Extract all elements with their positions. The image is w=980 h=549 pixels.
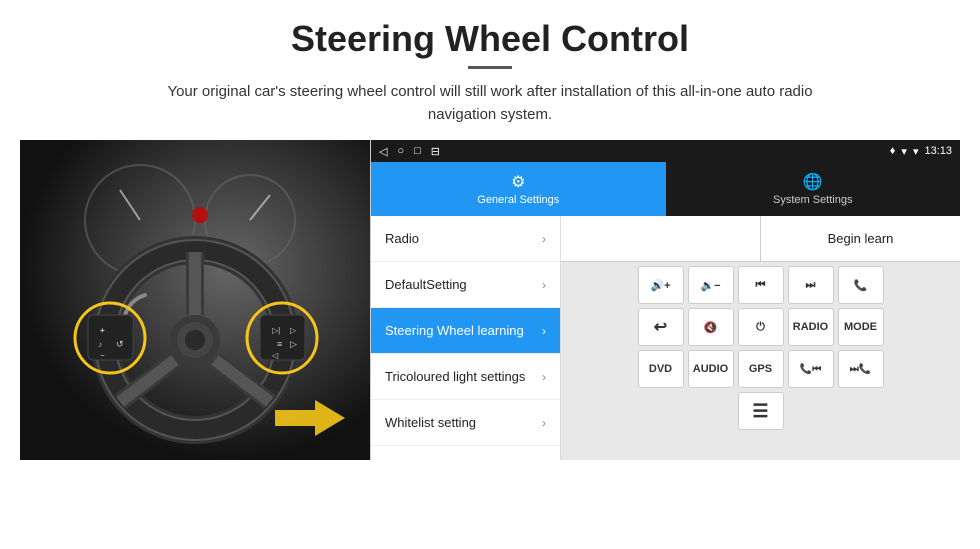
- chevron-right-icon: ›: [542, 324, 546, 338]
- next-track-button[interactable]: ⏭: [788, 266, 834, 304]
- audio-button[interactable]: AUDIO: [688, 350, 734, 388]
- ctrl-row-4: ☰: [565, 392, 956, 430]
- nav-back-icon[interactable]: ◁: [379, 145, 387, 158]
- menu-item-tricoloured[interactable]: Tricoloured light settings ›: [371, 354, 560, 400]
- page-subtitle: Your original car's steering wheel contr…: [140, 81, 840, 126]
- gps-button[interactable]: GPS: [738, 350, 784, 388]
- call-next-icon: ⏭📞: [850, 364, 871, 375]
- vol-down-icon: 🔉−: [700, 279, 720, 292]
- vol-up-button[interactable]: 🔊+: [638, 266, 684, 304]
- phone-icon: 📞: [854, 279, 868, 292]
- menu-icon-button[interactable]: ☰: [738, 392, 784, 430]
- svg-text:▷: ▷: [290, 326, 297, 335]
- menu-item-whitelist[interactable]: Whitelist setting ›: [371, 400, 560, 446]
- hang-up-icon: ↩: [654, 317, 667, 337]
- menu-item-radio[interactable]: Radio ›: [371, 216, 560, 262]
- nav-cast-icon[interactable]: ⊟: [431, 145, 440, 158]
- tab-bar: ⚙ General Settings 🌐 System Settings: [371, 162, 960, 216]
- svg-text:+: +: [100, 326, 105, 335]
- tab-system-label: System Settings: [773, 194, 852, 206]
- call-next-button[interactable]: ⏭📞: [838, 350, 884, 388]
- page-title: Steering Wheel Control: [291, 18, 689, 60]
- svg-text:−: −: [100, 351, 105, 360]
- nav-recent-icon[interactable]: □: [414, 145, 421, 157]
- menu-item-steering-wheel[interactable]: Steering Wheel learning ›: [371, 308, 560, 354]
- begin-learn-button[interactable]: Begin learn: [761, 216, 960, 261]
- radio-label: RADIO: [793, 321, 828, 333]
- nav-home-icon[interactable]: ○: [397, 145, 404, 157]
- chevron-right-icon: ›: [542, 416, 546, 430]
- next-track-icon: ⏭: [806, 279, 816, 292]
- tab-general[interactable]: ⚙ General Settings: [371, 162, 666, 216]
- android-panel: ◁ ○ □ ⊟ ♦ ▾ ▾ 13:13 ⚙ General Settings: [370, 140, 960, 460]
- dvd-button[interactable]: DVD: [638, 350, 684, 388]
- radio-button[interactable]: RADIO: [788, 308, 834, 346]
- menu-item-default-setting[interactable]: DefaultSetting ›: [371, 262, 560, 308]
- ctrl-row-1: 🔊+ 🔉− ⏮ ⏭ 📞: [565, 266, 956, 304]
- empty-slot: [561, 216, 761, 261]
- status-bar: ◁ ○ □ ⊟ ♦ ▾ ▾ 13:13: [371, 140, 960, 162]
- mute-icon: 🔇: [704, 321, 718, 334]
- svg-text:♪: ♪: [98, 340, 102, 349]
- prev-track-button[interactable]: ⏮: [738, 266, 784, 304]
- title-divider: [468, 66, 512, 69]
- hang-up-button[interactable]: ↩: [638, 308, 684, 346]
- prev-track-icon: ⏮: [756, 279, 766, 292]
- status-indicators: ♦ ▾ ▾ 13:13: [890, 145, 952, 158]
- gps-label: GPS: [749, 363, 772, 375]
- call-prev-icon: 📞⏮: [800, 364, 821, 375]
- car-image: + ♪ − ↺ ▷| ≡ ◁ ▷ ▷: [20, 140, 370, 460]
- menu-list: Radio › DefaultSetting › Steering Wheel …: [371, 216, 561, 460]
- wifi-icon: ▾: [901, 145, 907, 158]
- power-button[interactable]: ⏻: [738, 308, 784, 346]
- ctrl-row-2: ↩ 🔇 ⏻ RADIO MOD: [565, 308, 956, 346]
- signal-icon: ▾: [913, 145, 919, 158]
- mode-button[interactable]: MODE: [838, 308, 884, 346]
- vol-down-button[interactable]: 🔉−: [688, 266, 734, 304]
- svg-text:◁: ◁: [272, 351, 279, 360]
- general-settings-icon: ⚙: [511, 172, 525, 192]
- begin-learn-row: Begin learn: [561, 216, 960, 262]
- chevron-right-icon: ›: [542, 278, 546, 292]
- main-area: Radio › DefaultSetting › Steering Wheel …: [371, 216, 960, 460]
- nav-buttons: ◁ ○ □ ⊟: [379, 145, 440, 158]
- vol-up-icon: 🔊+: [650, 279, 670, 292]
- clock: 13:13: [924, 145, 952, 157]
- mute-button[interactable]: 🔇: [688, 308, 734, 346]
- call-prev-button[interactable]: 📞⏮: [788, 350, 834, 388]
- ctrl-row-3: DVD AUDIO GPS 📞⏮: [565, 350, 956, 388]
- controls-grid: 🔊+ 🔉− ⏮ ⏭ 📞: [561, 262, 960, 460]
- call-button[interactable]: 📞: [838, 266, 884, 304]
- power-icon: ⏻: [756, 321, 765, 334]
- chevron-right-icon: ›: [542, 232, 546, 246]
- svg-text:≡: ≡: [277, 339, 282, 349]
- tab-system[interactable]: 🌐 System Settings: [666, 162, 961, 216]
- dvd-label: DVD: [649, 363, 672, 375]
- system-settings-icon: 🌐: [803, 172, 823, 192]
- controls-panel: Begin learn 🔊+ 🔉−: [561, 216, 960, 460]
- gps-icon: ♦: [890, 145, 896, 157]
- chevron-right-icon: ›: [542, 370, 546, 384]
- audio-label: AUDIO: [693, 363, 728, 375]
- menu-icon: ☰: [752, 401, 768, 422]
- svg-text:▷|: ▷|: [272, 326, 280, 335]
- content-row: + ♪ − ↺ ▷| ≡ ◁ ▷ ▷: [20, 140, 960, 460]
- mode-label: MODE: [844, 321, 877, 333]
- tab-general-label: General Settings: [477, 194, 559, 206]
- svg-text:↺: ↺: [116, 339, 124, 349]
- svg-text:▷: ▷: [290, 339, 297, 349]
